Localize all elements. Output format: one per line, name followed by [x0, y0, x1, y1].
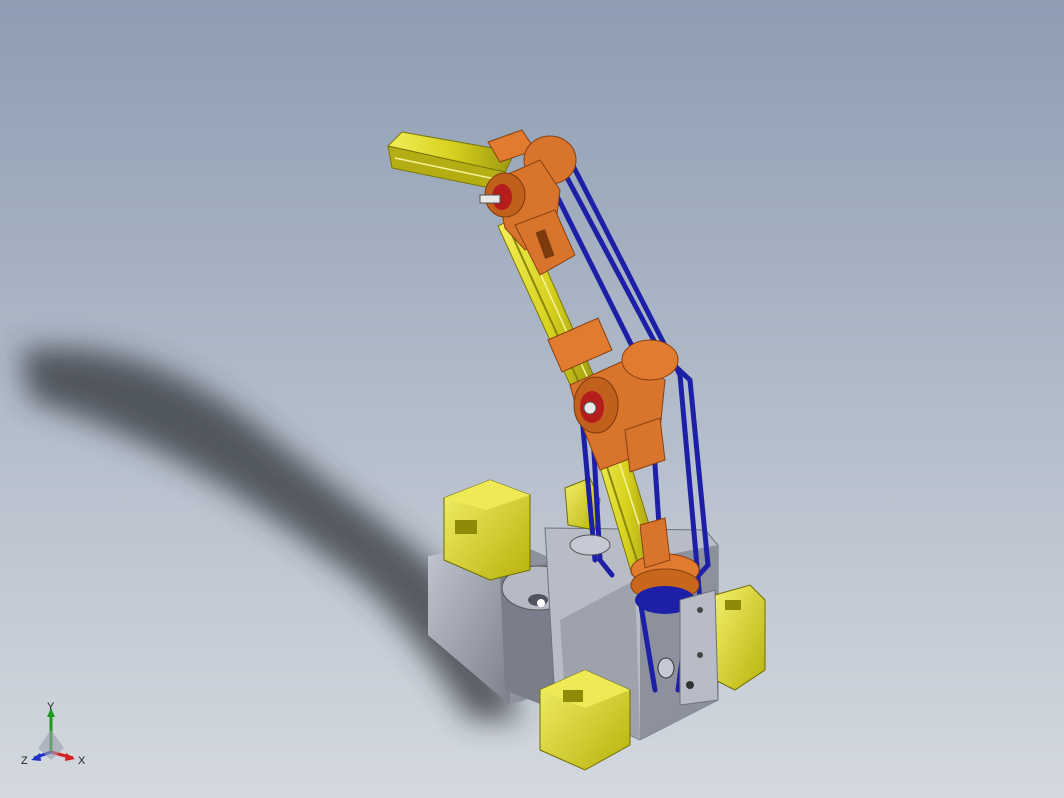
- cad-viewport[interactable]: Y X Z: [0, 0, 1064, 798]
- y-axis-label: Y: [47, 701, 55, 713]
- z-axis-label: Z: [21, 755, 28, 767]
- carriage-bracket[interactable]: [639, 517, 671, 569]
- stepper-motor-back[interactable]: [443, 479, 531, 581]
- x-axis-label: X: [78, 755, 86, 767]
- elbow-joint-bracket[interactable]: [547, 317, 679, 473]
- stepper-motor-front[interactable]: [539, 669, 631, 771]
- stepper-motor-right[interactable]: [714, 584, 766, 691]
- orientation-triad: Y X Z: [21, 701, 86, 767]
- robot-arm-model[interactable]: [0, 0, 1064, 798]
